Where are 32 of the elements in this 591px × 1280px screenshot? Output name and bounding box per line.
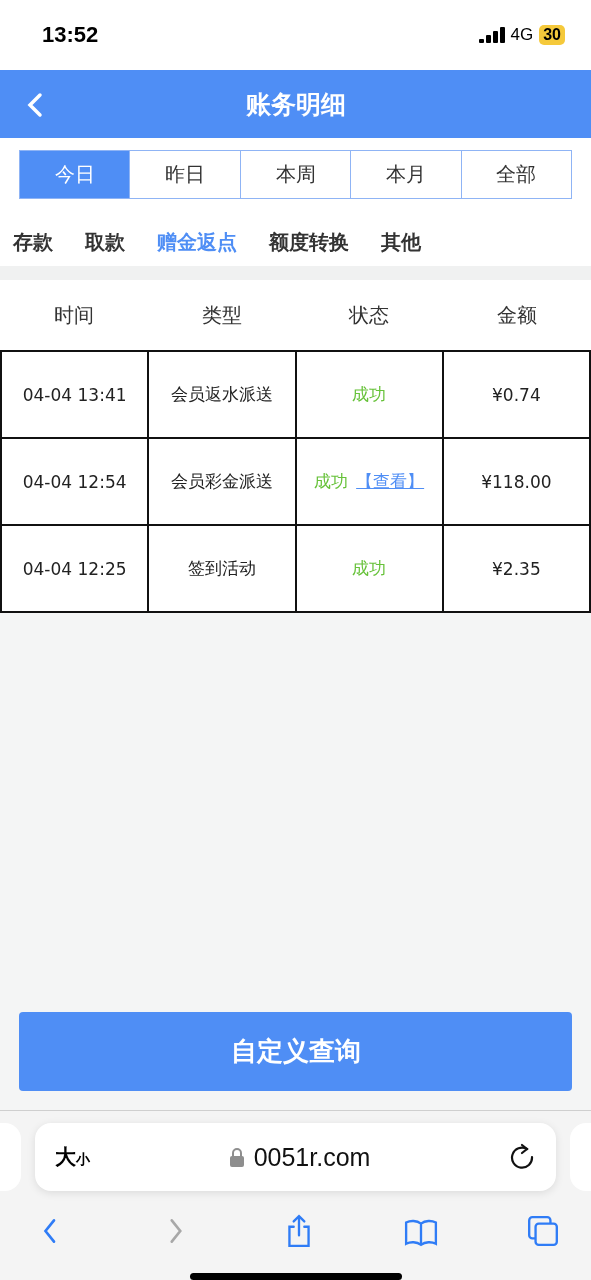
text-size-button[interactable]: 大小 [55,1143,90,1171]
table-cell: 签到活动 [149,526,297,613]
status-text: 成功 [314,470,349,493]
tabs-icon[interactable] [526,1214,560,1248]
category-tab[interactable]: 取款 [85,229,125,256]
status-time: 13:52 [42,22,99,48]
table-cell: 会员彩金派送 [149,439,297,526]
status-text: 成功 [352,557,387,580]
table-cell: 04-04 12:25 [2,526,150,613]
reload-icon[interactable] [510,1143,536,1171]
url-text: 0051r.com [253,1142,371,1172]
page-title: 账务明细 [245,88,346,121]
table-cell: ¥0.74 [443,352,591,439]
column-header: 金额 [496,301,539,329]
lock-icon [229,1147,244,1167]
category-tab[interactable]: 存款 [13,229,53,256]
category-tab[interactable]: 额度转换 [269,229,349,256]
table-cell: 04-04 13:41 [2,352,150,439]
column-header: 类型 [200,301,243,329]
category-tab[interactable]: 其他 [381,229,421,256]
network-label: 4G [510,25,534,45]
table-cell: 04-04 12:54 [2,439,150,526]
table-cell: ¥118.00 [443,439,591,526]
battery-indicator: 30 [539,25,565,45]
status-text: 成功 [352,383,387,406]
back-icon[interactable] [26,92,44,118]
address-bar[interactable]: 大小 0051r.com [35,1123,556,1191]
signal-icon [478,27,505,43]
column-header: 状态 [348,301,391,329]
table-cell: ¥2.35 [443,526,591,613]
table-cell: 会员返水派送 [149,352,297,439]
column-header: 时间 [52,301,95,329]
